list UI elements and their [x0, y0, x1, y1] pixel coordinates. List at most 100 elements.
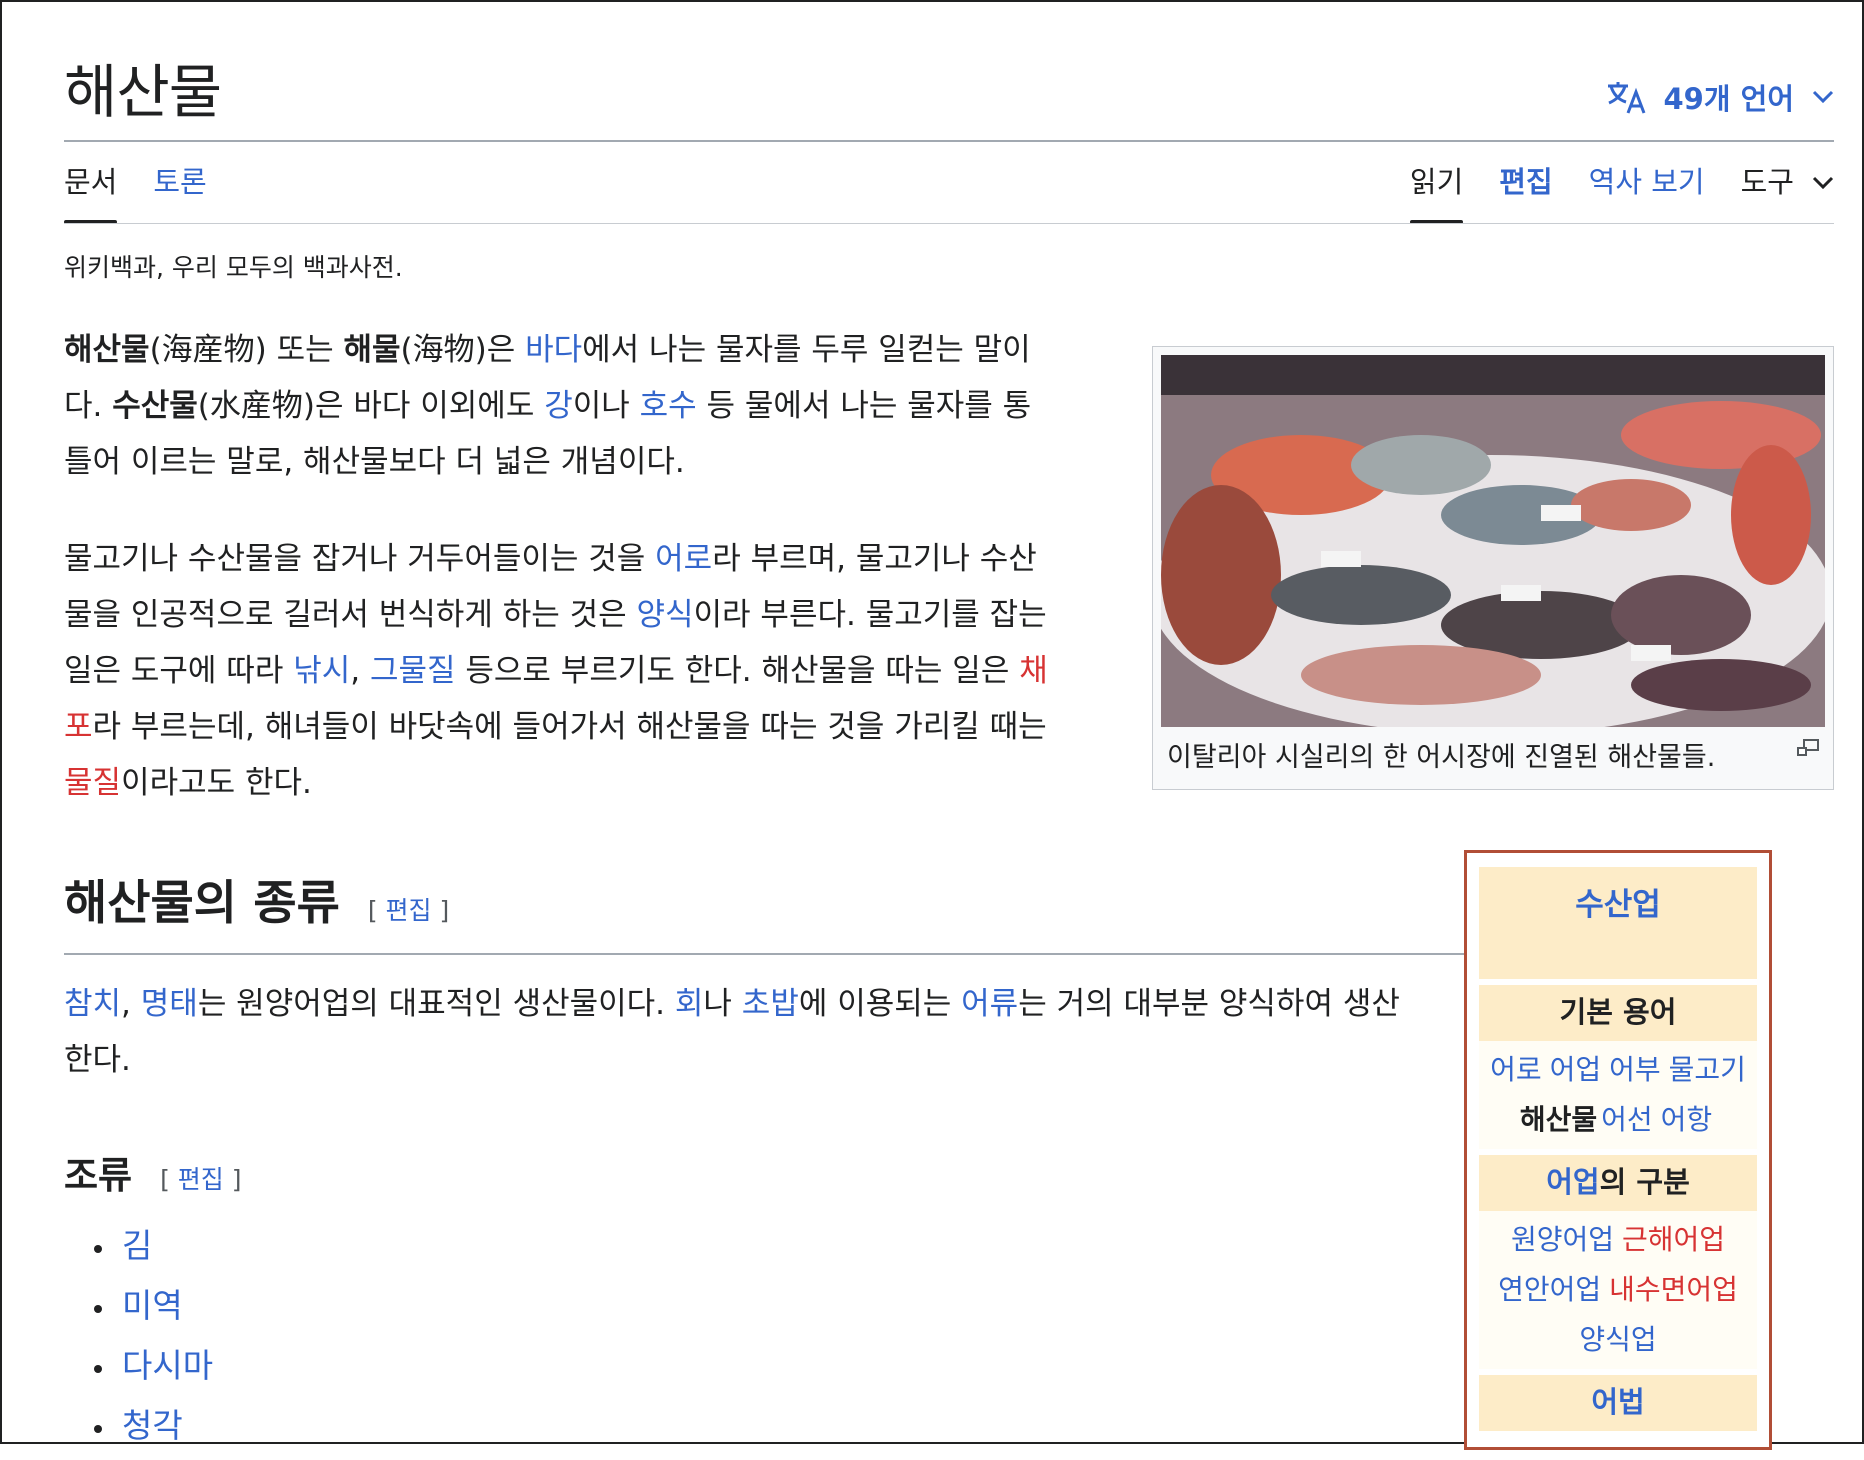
list-item: 김	[94, 1220, 213, 1280]
wiki-link[interactable]: 양식	[636, 597, 693, 633]
intro-paragraph-1: 해산물(海産物) 또는 해물(海物)은 바다에서 나는 물자를 두루 일컫는 말…	[64, 322, 1031, 490]
navbox-group-types: 어업의 구분	[1479, 1155, 1757, 1211]
wiki-link[interactable]: 바다	[525, 332, 582, 368]
translate-icon	[1606, 80, 1646, 114]
bold-term: 수산물	[112, 388, 198, 424]
wiki-link[interactable]: 물고기	[1669, 1053, 1746, 1086]
wiki-link[interactable]: 어부	[1609, 1053, 1661, 1086]
wiki-link[interactable]: 어류	[961, 986, 1018, 1022]
edit-link[interactable]: 편집	[178, 1165, 224, 1194]
fisheries-navbox: 수산업 기본 용어 어로 어업 어부 물고기 해산물 어선 어항 어업의 구분 원양어업 근해…	[1464, 850, 1772, 1450]
text-run: 에 이용되는	[798, 986, 962, 1022]
tabs-divider	[64, 223, 1834, 224]
navbox-list-types: 원양어업 근해어업연안어업 내수면어업양식업	[1479, 1211, 1757, 1369]
subsection-edit-link: [ 편집 ]	[160, 1165, 241, 1194]
text-run: 는 거의 대부분 양식하여 생산	[1018, 986, 1400, 1022]
wiki-link[interactable]: 회	[675, 986, 704, 1022]
bold-term: 해산물	[64, 332, 150, 368]
edit-bracket-open: [	[160, 1165, 178, 1194]
text-run: 에서 나는 물자를 두루 일컫는 말이	[582, 332, 1031, 368]
wiki-link[interactable]: 호수	[640, 388, 697, 424]
wiki-link[interactable]: 어선	[1601, 1103, 1653, 1136]
navbox-group-suffix: 의 구분	[1599, 1165, 1690, 1199]
text-run: ,	[121, 986, 141, 1022]
text-run: 라 부르며, 물고기나 수산	[712, 541, 1037, 577]
text-run: 한다.	[64, 1042, 131, 1078]
navbox-title: 수산업	[1479, 867, 1757, 979]
list-item-link[interactable]: 청각	[122, 1406, 183, 1445]
fish-market-image[interactable]	[1161, 355, 1825, 727]
redlink[interactable]: 내수면어업	[1609, 1273, 1738, 1306]
text-run: 라 부르는데, 해녀들이 바닷속에 들어가서 해산물을 따는 것을 가리킬 때는	[92, 709, 1047, 745]
tab-talk[interactable]: 토론	[153, 162, 206, 224]
text-run: 물고기나 수산물을 잡거나 거두어들이는 것을	[64, 541, 656, 577]
section-heading: 해산물의 종류 [ 편집 ]	[64, 872, 449, 943]
text-run: 일은 도구에 따라	[64, 653, 294, 689]
wiki-link[interactable]: 어업	[1550, 1053, 1602, 1086]
wiki-link[interactable]: 초밥	[742, 986, 799, 1022]
algae-list: 김 미역 다시마 청각	[94, 1220, 213, 1460]
wiki-link[interactable]: 양식업	[1579, 1323, 1656, 1356]
wiki-link[interactable]: 낚시	[293, 653, 350, 689]
text-run: 틀어 이르는 말로, 해산물보다 더 넓은 개념이다.	[64, 444, 685, 480]
text-run: 이라고도 한다.	[121, 765, 312, 801]
tab-article[interactable]: 문서	[64, 162, 118, 224]
text-run: 는 원양어업의 대표적인 생산물이다.	[197, 986, 675, 1022]
list-item-link[interactable]: 미역	[122, 1286, 183, 1325]
page-title: 해산물	[64, 58, 222, 126]
language-count: 49개 언어	[1663, 82, 1795, 116]
navbox-title-link[interactable]: 수산업	[1575, 887, 1661, 923]
bold-term: 해산물	[1519, 1103, 1598, 1136]
edit-link[interactable]: 편집	[386, 896, 432, 925]
redlink[interactable]: 포	[64, 709, 93, 745]
wiki-link[interactable]: 참치	[64, 986, 121, 1022]
language-button[interactable]: 49개 언어	[1606, 76, 1835, 118]
subsection-heading-text: 조류	[64, 1154, 133, 1197]
wiki-link[interactable]: 강	[544, 388, 573, 424]
text-run: (海産物) 또는	[149, 332, 344, 368]
tools-label: 도구	[1740, 165, 1794, 199]
list-item-link[interactable]: 김	[122, 1226, 152, 1265]
tab-read[interactable]: 읽기	[1409, 162, 1464, 224]
view-tabs: 읽기 편집 역사 보기 도구	[1409, 162, 1834, 224]
text-run: (水産物)은 바다 이외에도	[197, 388, 545, 424]
redlink[interactable]: 물질	[64, 765, 121, 801]
wiki-link[interactable]: 어로	[655, 541, 712, 577]
wiki-link[interactable]: 명태	[141, 986, 198, 1022]
intro-paragraph-2: 물고기나 수산물을 잡거나 거두어들이는 것을 어로라 부르며, 물고기나 수산…	[64, 531, 1048, 811]
list-item-link[interactable]: 다시마	[122, 1346, 213, 1385]
tab-edit[interactable]: 편집	[1499, 162, 1552, 224]
enlarge-icon[interactable]	[1797, 739, 1819, 757]
section-divider	[64, 953, 1492, 955]
edit-bracket-close: ]	[431, 896, 450, 925]
wiki-link[interactable]: 어항	[1661, 1103, 1713, 1136]
navbox-group-methods: 어법	[1479, 1375, 1757, 1431]
text-run: (海物)은	[400, 332, 526, 368]
tab-history[interactable]: 역사 보기	[1589, 162, 1705, 224]
bold-term: 해물	[343, 332, 401, 368]
text-run: 이나	[572, 388, 640, 424]
title-divider	[64, 140, 1834, 142]
tab-tools[interactable]: 도구	[1741, 162, 1834, 224]
wiki-link[interactable]: 그물질	[370, 653, 456, 689]
text-run: 다.	[64, 388, 113, 424]
navbox-group-link[interactable]: 어법	[1591, 1385, 1644, 1419]
chevron-down-icon	[1812, 90, 1834, 104]
chevron-down-icon	[1812, 162, 1834, 224]
figure-caption: 이탈리아 시실리의 한 어시장에 진열된 해산물들.	[1167, 742, 1716, 773]
namespace-tabs: 문서 토론	[64, 162, 207, 224]
redlink[interactable]: 근해어업	[1622, 1223, 1725, 1256]
site-tagline: 위키백과, 우리 모두의 백과사전.	[64, 253, 403, 282]
text-run: 나	[703, 986, 742, 1022]
section-edit-link: [ 편집 ]	[368, 896, 449, 925]
wiki-link[interactable]: 어로	[1490, 1053, 1542, 1086]
navbox-group-link[interactable]: 어업	[1546, 1165, 1599, 1199]
wiki-link[interactable]: 연안어업	[1498, 1273, 1601, 1306]
wiki-link[interactable]: 원양어업	[1511, 1223, 1614, 1256]
text-run: 물을 인공적으로 길러서 번식하게 하는 것은	[64, 597, 637, 633]
section-heading-text: 해산물의 종류	[64, 876, 340, 931]
navbox-list-basic: 어로 어업 어부 물고기해산물 어선 어항	[1479, 1041, 1757, 1149]
redlink[interactable]: 채	[1019, 653, 1048, 689]
text-run: ,	[350, 653, 370, 689]
navbox-group-basic: 기본 용어	[1479, 985, 1757, 1041]
